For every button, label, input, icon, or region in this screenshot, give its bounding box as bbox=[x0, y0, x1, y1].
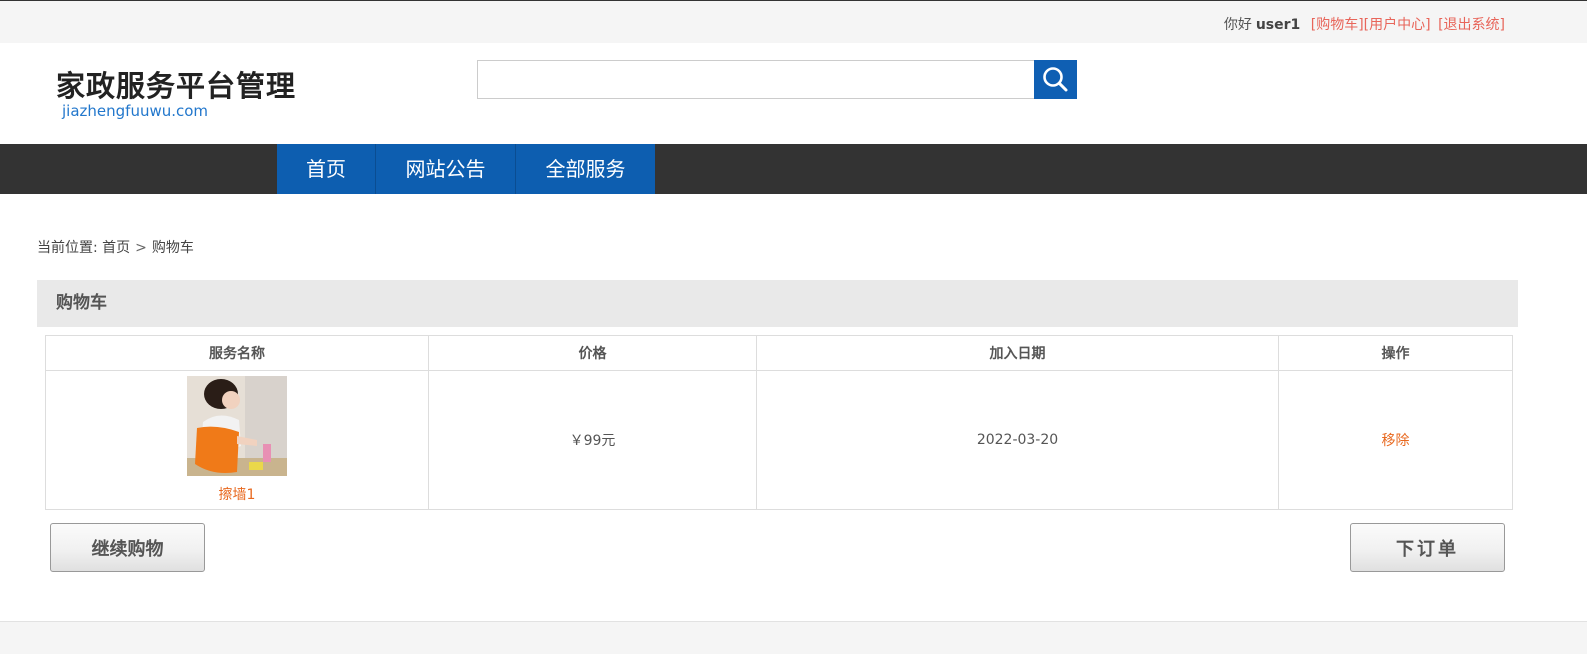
breadcrumb-home-link[interactable]: 首页 bbox=[102, 240, 130, 256]
username: user1 bbox=[1255, 17, 1301, 33]
user-center-link[interactable]: [用户中心] bbox=[1364, 17, 1431, 33]
top-bar: 你好 user1 [购物车][用户中心] [退出系统] bbox=[0, 0, 1587, 43]
column-header-action: 操作 bbox=[1278, 335, 1513, 371]
search-button[interactable] bbox=[1034, 60, 1077, 99]
service-name-link[interactable]: 擦墙1 bbox=[46, 484, 428, 504]
site-logo[interactable]: 家政服务平台管理 jiazhengfuuwu.com bbox=[56, 70, 296, 120]
greeting-text: 你好 bbox=[1223, 17, 1252, 33]
cart-panel-title: 购物车 bbox=[37, 280, 1518, 327]
user-info: 你好 user1 [购物车][用户中心] [退出系统] bbox=[1224, 14, 1505, 34]
column-header-price: 价格 bbox=[428, 335, 757, 371]
search-input[interactable] bbox=[477, 60, 1035, 99]
action-cell: 移除 bbox=[1278, 370, 1513, 510]
footer bbox=[0, 621, 1587, 654]
cart-table: 服务名称 价格 加入日期 操作 擦墙1 ￥99元 2022-03-20 移除 bbox=[45, 335, 1513, 510]
nav-item-home[interactable]: 首页 bbox=[277, 144, 375, 194]
cart-link[interactable]: [购物车] bbox=[1311, 17, 1364, 33]
table-header-row: 服务名称 价格 加入日期 操作 bbox=[45, 335, 1513, 371]
column-header-service-name: 服务名称 bbox=[45, 335, 429, 371]
search-icon bbox=[1043, 67, 1068, 92]
nav-item-announcements[interactable]: 网站公告 bbox=[376, 144, 515, 194]
column-header-date: 加入日期 bbox=[756, 335, 1279, 371]
main-nav: 首页 网站公告 全部服务 bbox=[0, 144, 1587, 194]
header: 家政服务平台管理 jiazhengfuuwu.com bbox=[0, 43, 1587, 144]
logo-domain-text: jiazhengfuuwu.com bbox=[62, 102, 209, 120]
continue-shopping-button[interactable]: 继续购物 bbox=[50, 523, 205, 572]
breadcrumb-current: 购物车 bbox=[151, 240, 194, 256]
logout-link[interactable]: [退出系统] bbox=[1438, 17, 1505, 33]
table-row: 擦墙1 ￥99元 2022-03-20 移除 bbox=[45, 370, 1513, 510]
breadcrumb-prefix: 当前位置: bbox=[37, 240, 98, 256]
logo-chinese-text: 家政服务平台管理 bbox=[56, 69, 297, 103]
place-order-button[interactable]: 下订单 bbox=[1350, 523, 1505, 572]
breadcrumb: 当前位置: 首页 > 购物车 bbox=[37, 237, 194, 257]
price-cell: ￥99元 bbox=[428, 370, 757, 510]
nav-item-all-services[interactable]: 全部服务 bbox=[516, 144, 655, 194]
breadcrumb-separator: > bbox=[135, 240, 147, 256]
service-cell: 擦墙1 bbox=[45, 370, 429, 510]
date-cell: 2022-03-20 bbox=[756, 370, 1279, 510]
remove-link[interactable]: 移除 bbox=[1382, 433, 1410, 449]
service-thumbnail[interactable] bbox=[187, 376, 287, 476]
